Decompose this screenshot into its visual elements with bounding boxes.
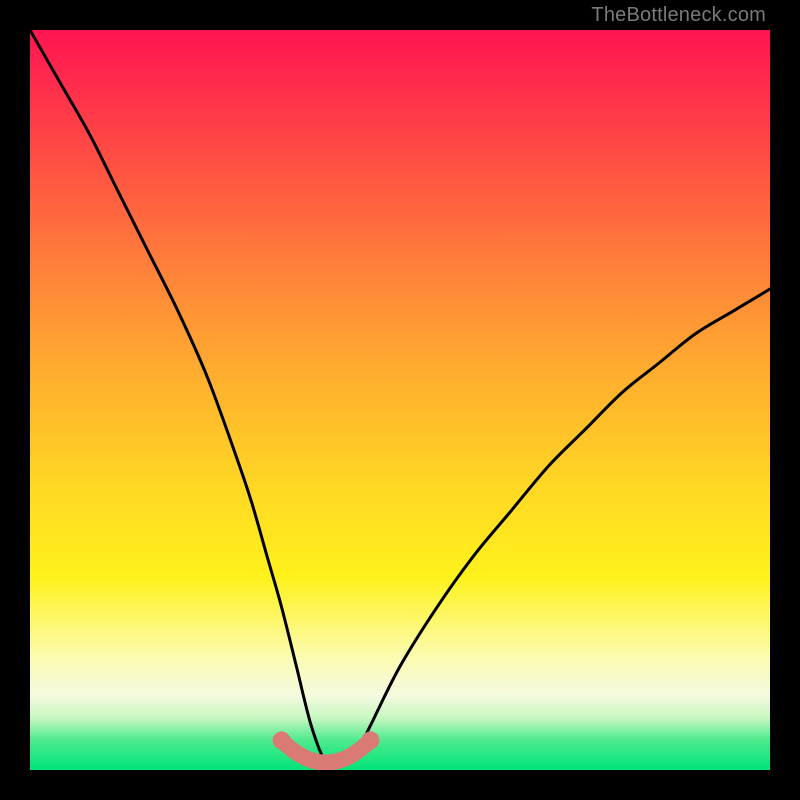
flat-region-marker bbox=[282, 740, 371, 762]
flat-region-dot bbox=[361, 731, 379, 749]
curve-path bbox=[30, 30, 770, 766]
bottleneck-curve bbox=[30, 30, 770, 770]
watermark-text: TheBottleneck.com bbox=[591, 4, 766, 27]
chart-frame: TheBottleneck.com bbox=[0, 0, 800, 800]
plot-area bbox=[30, 30, 770, 770]
flat-region-dot bbox=[273, 731, 291, 749]
